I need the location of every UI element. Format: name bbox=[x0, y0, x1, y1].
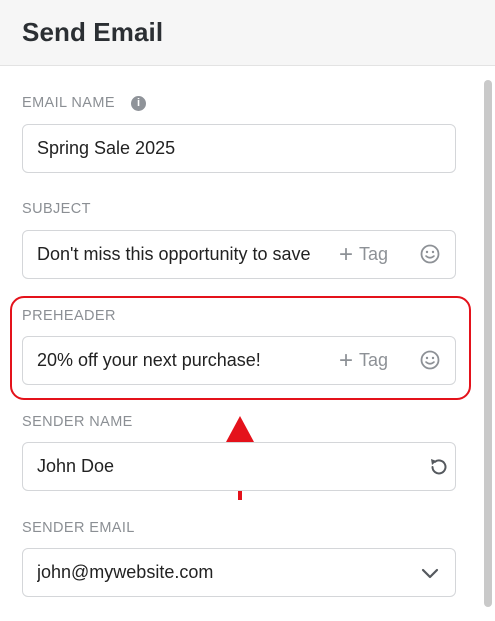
panel-header: Send Email bbox=[0, 0, 495, 66]
subject-value: Don't miss this opportunity to save bbox=[37, 244, 311, 264]
sender-email-label: SENDER EMAIL bbox=[22, 520, 135, 536]
emoji-icon[interactable] bbox=[419, 243, 441, 265]
email-name-field[interactable]: Spring Sale 2025 bbox=[22, 124, 456, 173]
sender-name-value: John Doe bbox=[37, 456, 115, 476]
chevron-down-icon[interactable] bbox=[419, 562, 441, 584]
sender-name-label: SENDER NAME bbox=[22, 414, 133, 430]
sender-email-select[interactable]: john@mywebsite.com bbox=[22, 548, 456, 597]
panel-title: Send Email bbox=[22, 17, 164, 47]
subject-add-tag-button[interactable]: + Tag bbox=[339, 231, 388, 278]
info-icon[interactable]: i bbox=[131, 96, 146, 111]
subject-label: SUBJECT bbox=[22, 201, 91, 217]
reset-icon[interactable] bbox=[427, 456, 449, 478]
scrollbar[interactable] bbox=[484, 80, 492, 607]
sender-email-value: john@mywebsite.com bbox=[37, 562, 214, 582]
plus-icon: + bbox=[339, 241, 354, 268]
subject-field[interactable]: Don't miss this opportunity to save + Tag bbox=[22, 230, 456, 279]
subject-tag-label: Tag bbox=[359, 244, 389, 264]
sender-name-field[interactable]: John Doe bbox=[22, 442, 456, 491]
email-name-label: EMAIL NAME bbox=[22, 95, 115, 111]
email-name-value: Spring Sale 2025 bbox=[37, 138, 176, 158]
preheader-highlight-box bbox=[10, 296, 471, 400]
